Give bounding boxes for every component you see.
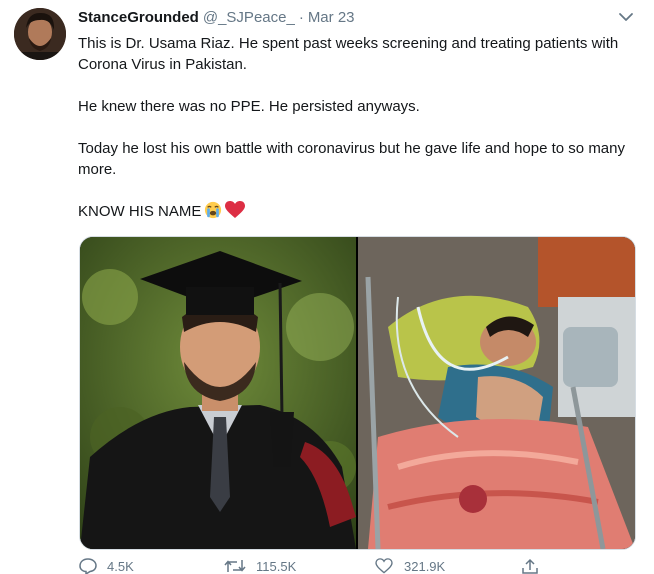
retweet-icon — [224, 560, 246, 572]
reply-icon — [79, 558, 97, 574]
user-handle[interactable]: @_SJPeace_ — [203, 9, 295, 26]
graduation-photo[interactable] — [80, 237, 356, 549]
reply-button[interactable]: 4.5K — [79, 558, 134, 574]
loudly-crying-face-icon — [203, 201, 223, 225]
tweet-paragraph-last: KNOW HIS NAME — [78, 201, 638, 225]
retweet-button[interactable]: 115.5K — [224, 558, 296, 574]
tweet-actions: 4.5K 115.5K 321.9K — [79, 558, 559, 574]
separator-dot: · — [298, 9, 304, 26]
retweet-count: 115.5K — [256, 558, 297, 574]
reply-count: 4.5K — [107, 558, 134, 574]
tweet-paragraph: Today he lost his own battle with corona… — [78, 140, 625, 178]
avatar-image — [14, 8, 66, 60]
tweet-paragraph: He knew there was no PPE. He persisted a… — [78, 98, 420, 115]
tweet-card[interactable]: StanceGrounded @_SJPeace_ · Mar 23 This … — [0, 0, 654, 574]
tweet-text: This is Dr. Usama Riaz. He spent past we… — [78, 33, 638, 246]
display-name[interactable]: StanceGrounded — [78, 9, 199, 26]
tweet-paragraph: KNOW HIS NAME — [78, 203, 202, 220]
more-options-chevron-icon[interactable] — [616, 9, 636, 25]
like-button[interactable]: 321.9K — [374, 558, 445, 574]
avatar[interactable] — [14, 8, 66, 60]
hospital-photo[interactable] — [358, 237, 635, 549]
tweet-date[interactable]: Mar 23 — [308, 9, 355, 26]
heart-icon — [375, 558, 393, 574]
like-count: 321.9K — [404, 558, 446, 574]
share-icon — [522, 558, 538, 574]
red-heart-icon — [225, 201, 246, 225]
tweet-header: StanceGrounded @_SJPeace_ · Mar 23 — [78, 9, 355, 31]
tweet-media[interactable] — [79, 236, 636, 550]
tweet-paragraph: This is Dr. Usama Riaz. He spent past we… — [78, 35, 619, 73]
share-button[interactable] — [521, 558, 549, 574]
